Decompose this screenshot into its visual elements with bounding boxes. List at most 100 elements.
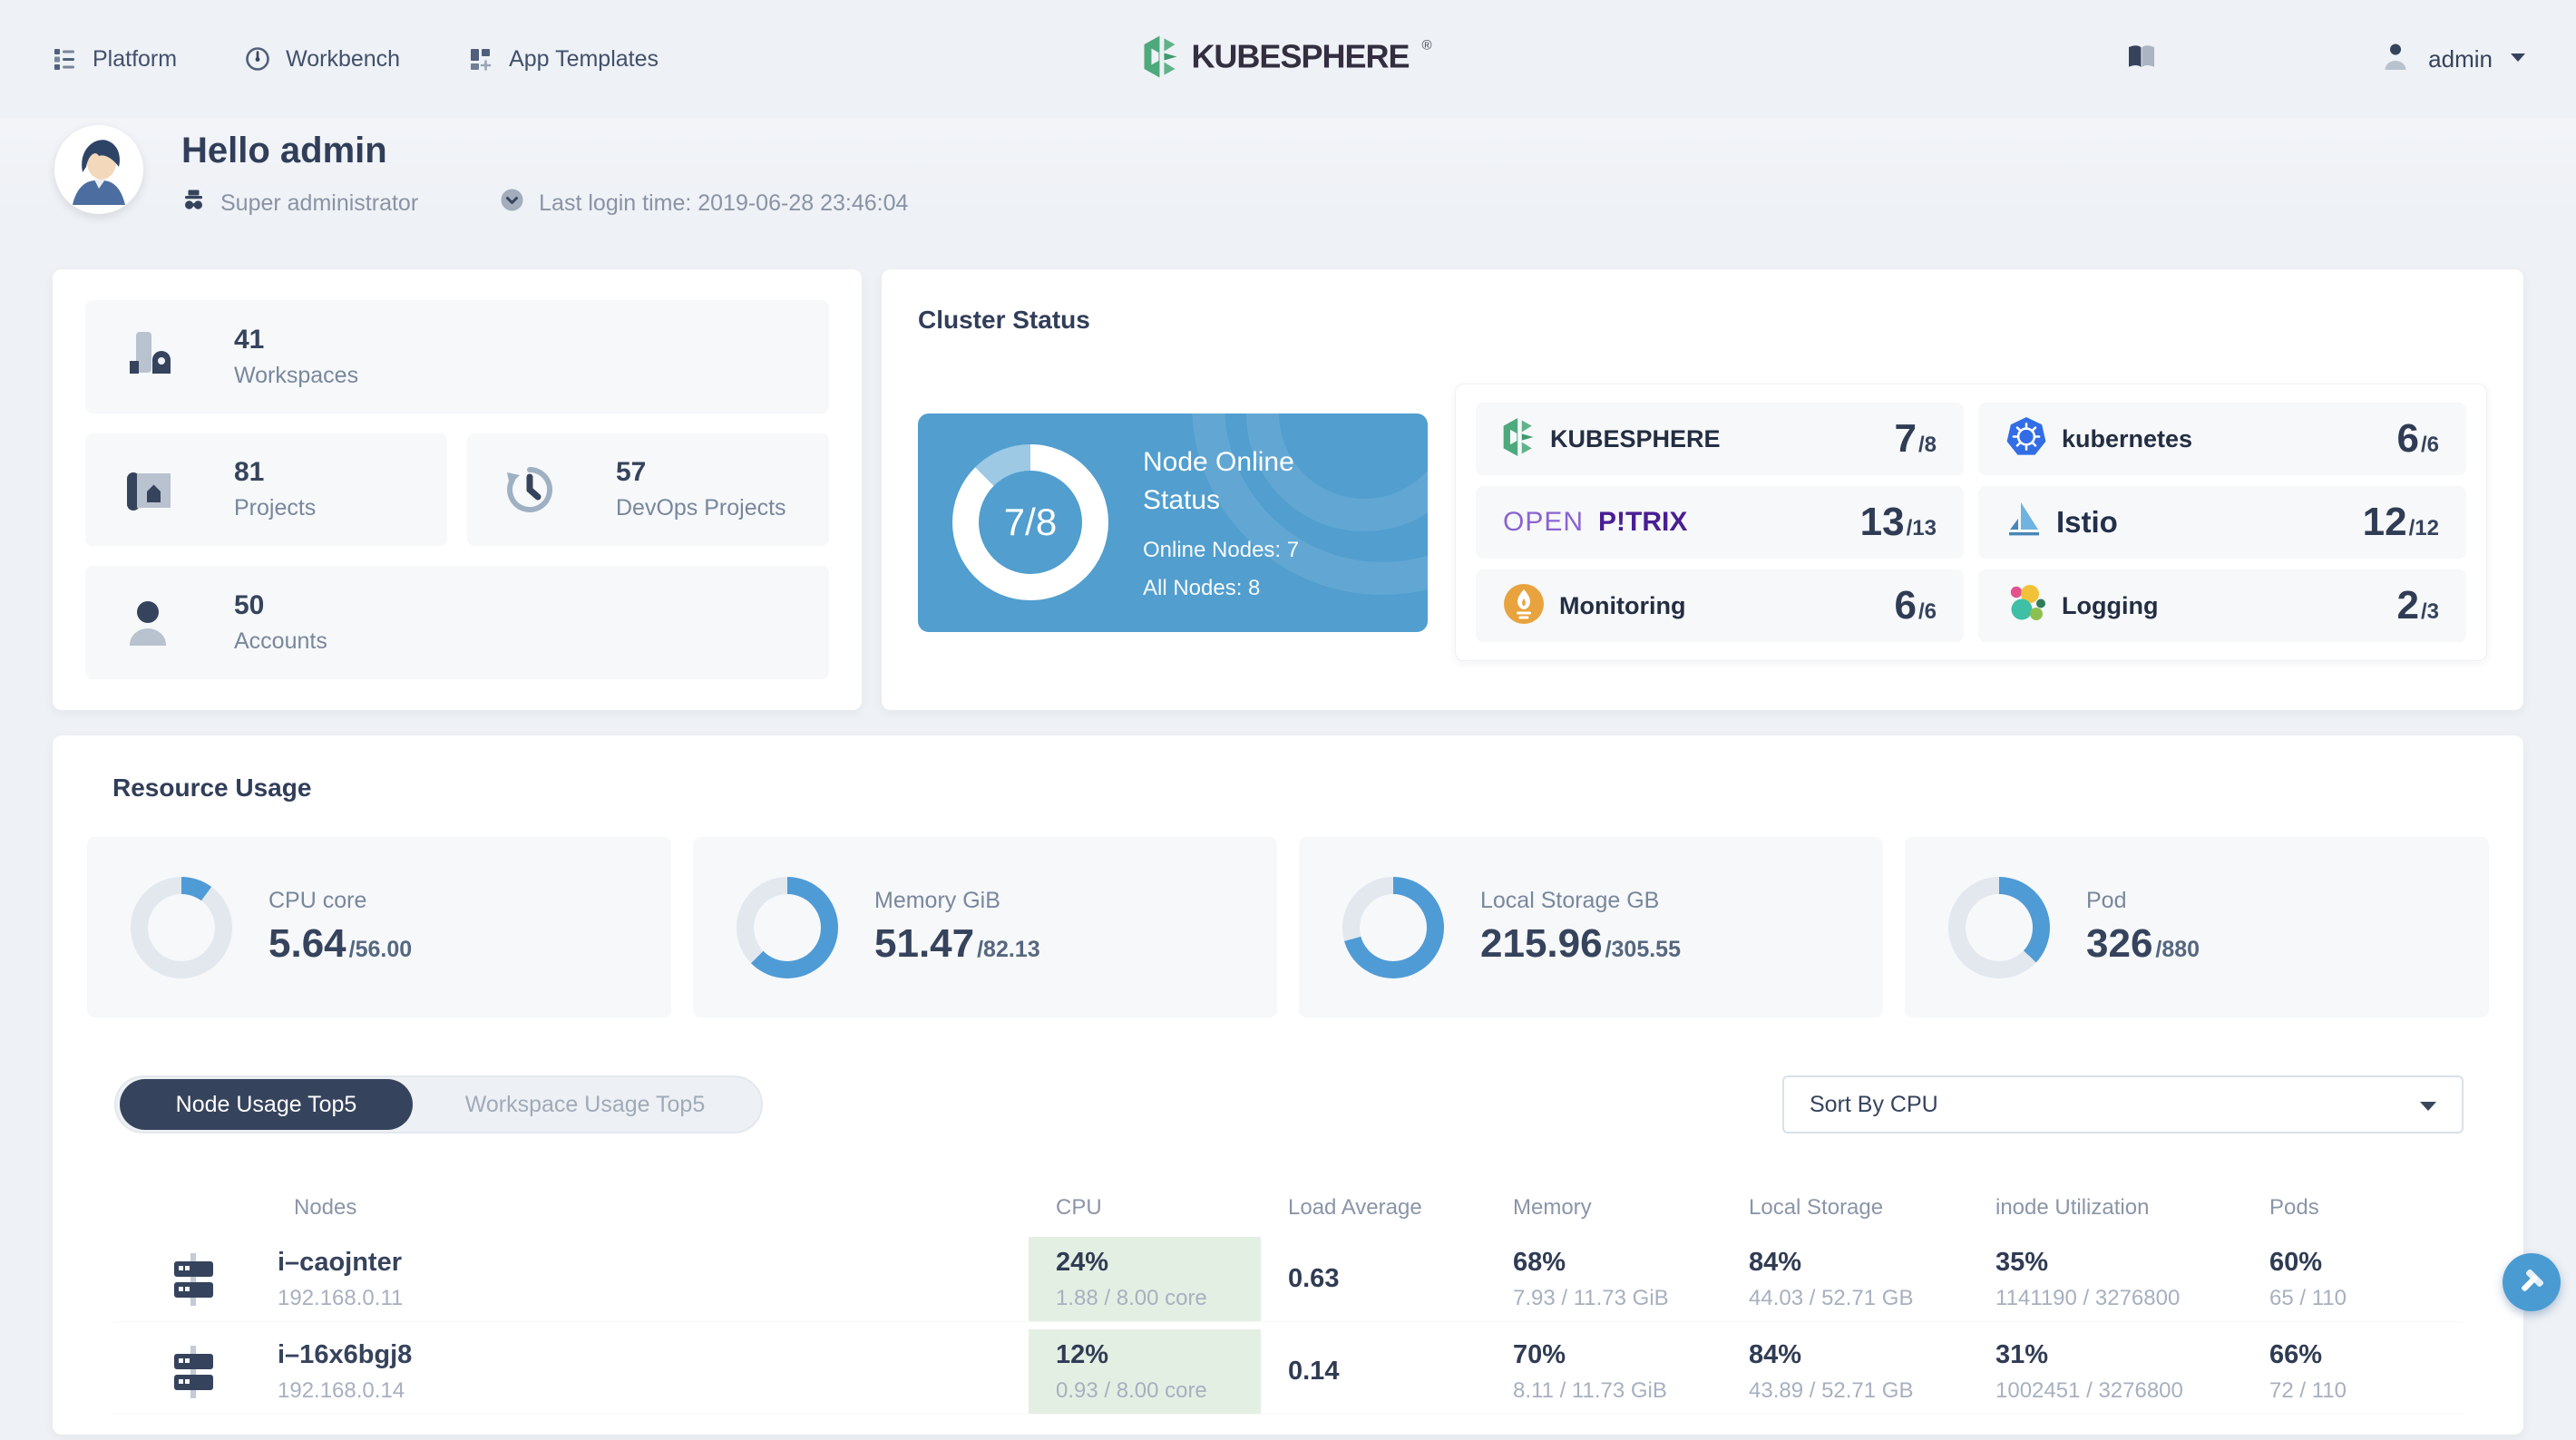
service-istio[interactable]: Istio 12 /12 [1978, 486, 2466, 559]
sort-by-select[interactable]: Sort By CPU [1782, 1075, 2464, 1134]
user-role: Super administrator [181, 188, 418, 219]
nav-workbench[interactable]: Workbench [244, 45, 400, 73]
workspaces-label: Workspaces [234, 362, 359, 388]
memory-total: /82.13 [977, 937, 1040, 962]
devops-icon [500, 460, 560, 520]
stat-devops-projects[interactable]: 57 DevOps Projects [467, 433, 829, 547]
tab-node-usage-top5[interactable]: Node Usage Top5 [120, 1079, 413, 1130]
last-login-label: Last login time: 2019-06-28 23:46:04 [539, 190, 909, 216]
service-kubesphere-count: 7 [1894, 416, 1917, 461]
memory-detail: 8.11 / 11.73 GiB [1513, 1377, 1667, 1403]
usage-tabs: Node Usage Top5 Workspace Usage Top5 [114, 1075, 763, 1134]
storage-donut-chart [1342, 876, 1444, 978]
service-logging[interactable]: Logging 2 /3 [1978, 569, 2466, 642]
col-local-storage: Local Storage [1749, 1195, 1884, 1220]
node-online-status-card[interactable]: 7/8 Node Online Status Online Nodes: 7 A… [918, 413, 1428, 632]
service-kubernetes[interactable]: kubernetes 6 /6 [1978, 403, 2466, 475]
avatar [54, 125, 143, 214]
service-monitoring-name: Monitoring [1559, 591, 1686, 619]
gauge-pods[interactable]: Pod 326 /880 [1905, 837, 2489, 1017]
dashboard-main: 41 Workspaces 81 Projects 57 DevOps Proj… [0, 269, 2576, 1435]
node-name: i–caojnter [278, 1247, 402, 1277]
tab-workspace-usage-top5[interactable]: Workspace Usage Top5 [413, 1079, 757, 1130]
table-row[interactable]: i–16x6bgj8 192.168.0.14 12% 0.93 / 8.00 … [114, 1329, 2462, 1414]
gauge-local-storage[interactable]: Local Storage GB 215.96 /305.55 [1299, 837, 1883, 1017]
service-kubernetes-total: /6 [2420, 433, 2439, 457]
service-monitoring[interactable]: Monitoring 6 /6 [1476, 569, 1964, 642]
service-openpitrix[interactable]: OPEN P!TRIX 13 /13 [1476, 486, 1964, 559]
devops-label: DevOps Projects [616, 495, 786, 521]
kubesphere-icon [1503, 417, 1536, 461]
storage-percent: 84% [1749, 1339, 1802, 1369]
pods-percent: 66% [2269, 1339, 2323, 1369]
service-istio-name: Istio [2056, 505, 2118, 539]
stat-workspaces[interactable]: 41 Workspaces [85, 300, 829, 414]
pods-detail: 72 / 110 [2269, 1377, 2347, 1403]
pods-total: /880 [2155, 937, 2200, 962]
registered-mark: ® [1421, 37, 1432, 54]
nav-platform[interactable]: Platform [51, 45, 177, 73]
inode-percent: 35% [1995, 1247, 2049, 1277]
usage-controls: Node Usage Top5 Workspace Usage Top5 Sor… [87, 1075, 2489, 1134]
table-row[interactable]: i–caojnter 192.168.0.11 24% 1.88 / 8.00 … [114, 1237, 2462, 1321]
cpu-gauge-label: CPU core [268, 888, 367, 913]
col-cpu: CPU [1056, 1195, 1102, 1220]
cpu-donut-chart [131, 876, 232, 978]
node-ip: 192.168.0.11 [278, 1285, 404, 1310]
node-usage-table: Nodes CPU Load Average Memory Local Stor… [87, 1179, 2489, 1414]
all-nodes-label: All Nodes: 8 [1143, 576, 1261, 600]
resource-usage-card: Resource Usage CPU core 5.64 /56.00 Memo… [53, 735, 2523, 1435]
storage-total: /305.55 [1605, 937, 1681, 962]
service-logging-name: Logging [2062, 591, 2159, 619]
workbench-icon [244, 45, 271, 73]
service-kubesphere-total: /8 [1917, 433, 1937, 457]
cpu-detail: 0.93 / 8.00 core [1056, 1377, 1207, 1403]
nav-workbench-label: Workbench [286, 45, 401, 72]
node-online-title: Node Online Status [1143, 447, 1294, 515]
hammer-icon [2513, 1263, 2550, 1302]
gauge-cpu[interactable]: CPU core 5.64 /56.00 [87, 837, 671, 1017]
resource-gauges: CPU core 5.64 /56.00 Memory GiB 51.47 /8… [87, 837, 2489, 1017]
cpu-percent: 24% [1056, 1247, 1109, 1277]
service-kubernetes-name: kubernetes [2062, 424, 2193, 452]
storage-used: 215.96 [1480, 921, 1603, 966]
cpu-detail: 1.88 / 8.00 core [1056, 1285, 1207, 1310]
accounts-count: 50 [234, 590, 265, 621]
book-icon[interactable] [2125, 43, 2158, 76]
cpu-total: /56.00 [348, 937, 413, 962]
top-right-actions: admin [2125, 42, 2525, 77]
stat-projects[interactable]: 81 Projects [85, 433, 447, 547]
last-login: Last login time: 2019-06-28 23:46:04 [500, 188, 908, 219]
table-header-row: Nodes CPU Load Average Memory Local Stor… [114, 1179, 2462, 1237]
pods-detail: 65 / 110 [2269, 1285, 2347, 1310]
service-logging-count: 2 [2396, 583, 2419, 628]
stat-accounts[interactable]: 50 Accounts [85, 566, 829, 679]
inode-detail: 1141190 / 3276800 [1995, 1285, 2181, 1310]
nav-app-templates[interactable]: App Templates [467, 45, 659, 73]
cluster-status-title: Cluster Status [918, 306, 1090, 334]
inode-cell: 35% 1141190 / 3276800 [1968, 1248, 2242, 1311]
kubesphere-dashboard: Platform Workbench App Templates KUBESPH… [0, 0, 2576, 1440]
chevron-down-icon [2511, 51, 2525, 67]
col-pods: Pods [2269, 1195, 2319, 1220]
app-templates-icon [467, 45, 494, 73]
nav-platform-label: Platform [93, 45, 178, 72]
memory-percent: 68% [1513, 1247, 1566, 1277]
pods-cell: 66% 72 / 110 [2242, 1340, 2462, 1404]
node-online-donut-chart: 7/8 [952, 444, 1108, 600]
toolbox-fab-button[interactable] [2503, 1253, 2561, 1311]
openpitrix-name-bold: P!TRIX [1598, 507, 1688, 537]
kubesphere-logo[interactable]: KUBESPHERE ® [1144, 35, 1432, 83]
platform-stats-card: 41 Workspaces 81 Projects 57 DevOps Proj… [53, 269, 862, 710]
logo-wordmark: KUBESPHERE [1191, 37, 1410, 75]
server-icon [163, 1342, 223, 1402]
inode-cell: 31% 1002451 / 3276800 [1968, 1340, 2242, 1404]
pods-gauge-label: Pod [2086, 888, 2127, 913]
col-load-average: Load Average [1288, 1195, 1422, 1220]
online-nodes-label: Online Nodes: 7 [1143, 538, 1300, 562]
service-monitoring-total: /6 [1917, 599, 1937, 624]
gauge-memory[interactable]: Memory GiB 51.47 /82.13 [693, 837, 1277, 1017]
user-menu[interactable]: admin [2381, 42, 2525, 77]
service-kubesphere[interactable]: KUBESPHERE 7 /8 [1476, 403, 1964, 475]
service-logging-total: /3 [2420, 599, 2439, 624]
